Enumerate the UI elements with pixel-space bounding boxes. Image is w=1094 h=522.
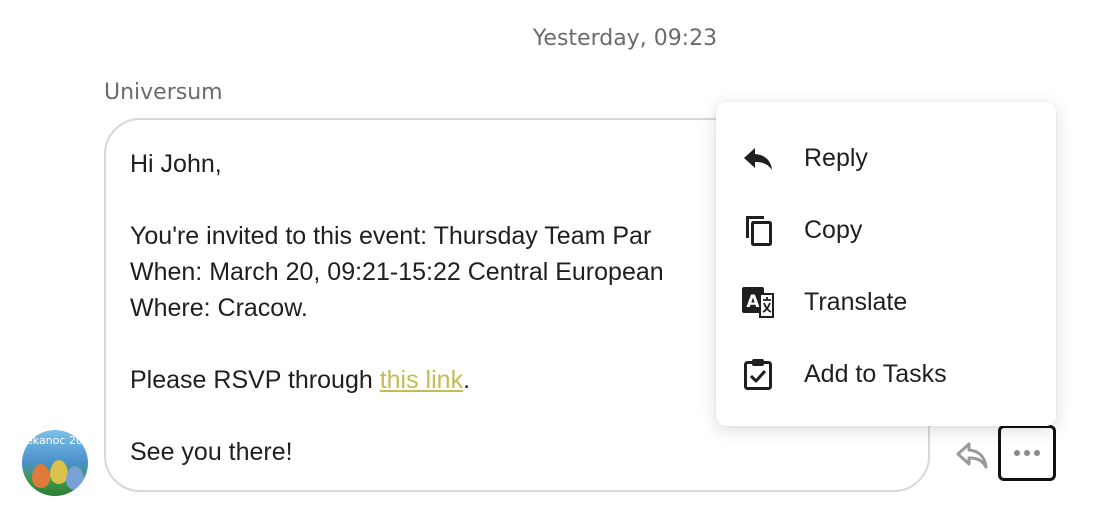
reply-icon[interactable] <box>955 440 989 470</box>
avatar-text: ekanoc 20 <box>26 434 83 447</box>
rsvp-prefix: Please RSVP through <box>130 366 380 394</box>
message-timestamp: Yesterday, 09:23 <box>0 26 1094 51</box>
message-context-menu: Reply Copy A Translate Add to Tasks <box>716 102 1056 426</box>
menu-item-label: Reply <box>804 143 868 172</box>
rsvp-link[interactable]: this link <box>380 366 463 394</box>
copy-icon <box>740 212 776 248</box>
svg-text:A: A <box>746 292 760 312</box>
menu-item-label: Copy <box>804 215 863 244</box>
rsvp-suffix: . <box>463 366 471 394</box>
message-line-when: When: March 20, 09:21-15:22 Central Euro… <box>130 258 664 286</box>
menu-item-label: Add to Tasks <box>804 359 947 388</box>
message-line-invite: You're invited to this event: Thursday T… <box>130 222 652 250</box>
egg-decoration <box>66 466 84 490</box>
reply-icon <box>740 140 776 176</box>
add-to-tasks-icon <box>740 356 776 392</box>
egg-decoration <box>32 464 50 488</box>
menu-item-reply[interactable]: Reply <box>716 122 1056 194</box>
avatar[interactable]: ekanoc 20 <box>22 430 88 496</box>
more-options-button[interactable] <box>998 425 1056 481</box>
timestamp-text: Yesterday, 09:23 <box>532 26 718 51</box>
sender-name: Universum <box>104 80 223 105</box>
menu-item-label: Translate <box>804 287 908 316</box>
menu-item-copy[interactable]: Copy <box>716 194 1056 266</box>
message-body: Hi John, You're invited to this event: T… <box>130 146 664 470</box>
message-closing: See you there! <box>130 438 293 466</box>
message-rsvp-line: Please RSVP through this link. <box>130 362 664 398</box>
menu-item-add-to-tasks[interactable]: Add to Tasks <box>716 338 1056 410</box>
more-horizontal-icon <box>1014 450 1040 456</box>
menu-item-translate[interactable]: A Translate <box>716 266 1056 338</box>
translate-icon: A <box>740 284 776 320</box>
message-greeting: Hi John, <box>130 150 222 178</box>
message-line-where: Where: Cracow. <box>130 294 308 322</box>
chat-view: Yesterday, 09:23 Universum ekanoc 20 Hi … <box>0 0 1094 522</box>
